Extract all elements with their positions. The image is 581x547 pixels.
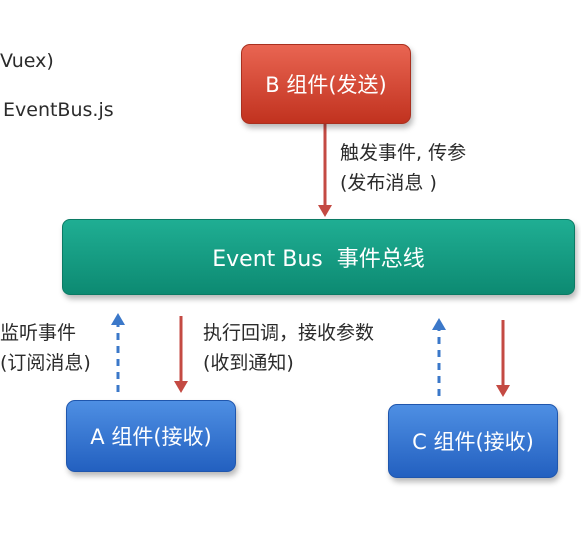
event-bus: Event Bus 事件总线 <box>62 219 575 295</box>
callback-label-line2: (收到通知) <box>203 352 294 374</box>
callback-label-line1: 执行回调，接收参数 <box>203 322 375 344</box>
emit-label-line2: (发布消息 ) <box>340 172 437 194</box>
listen-arrow-c <box>432 318 446 396</box>
callback-label: 执行回调，接收参数 (收到通知) <box>203 318 374 378</box>
emit-label: 触发事件, 传参 (发布消息 ) <box>340 138 466 198</box>
receiver-a-label: A 组件(接收) <box>90 425 212 449</box>
emit-arrow <box>318 124 332 217</box>
callback-arrow-a <box>174 316 188 393</box>
receiver-component-c: C 组件(接收) <box>388 404 558 478</box>
receiver-component-a: A 组件(接收) <box>66 400 236 472</box>
sender-component-b: B 组件(发送) <box>241 44 411 124</box>
listen-label: 监听事件 (订阅消息) <box>0 318 91 378</box>
receiver-c-label: C 组件(接收) <box>412 430 534 454</box>
listen-label-line2: (订阅消息) <box>0 352 91 374</box>
listen-label-line1: 监听事件 <box>0 322 77 344</box>
event-bus-label: Event Bus 事件总线 <box>212 247 425 272</box>
emit-label-line1: 触发事件, 传参 <box>340 142 467 164</box>
sender-label: B 组件(发送) <box>265 73 387 97</box>
listen-arrow-a <box>111 313 125 392</box>
callback-arrow-c <box>496 320 510 397</box>
